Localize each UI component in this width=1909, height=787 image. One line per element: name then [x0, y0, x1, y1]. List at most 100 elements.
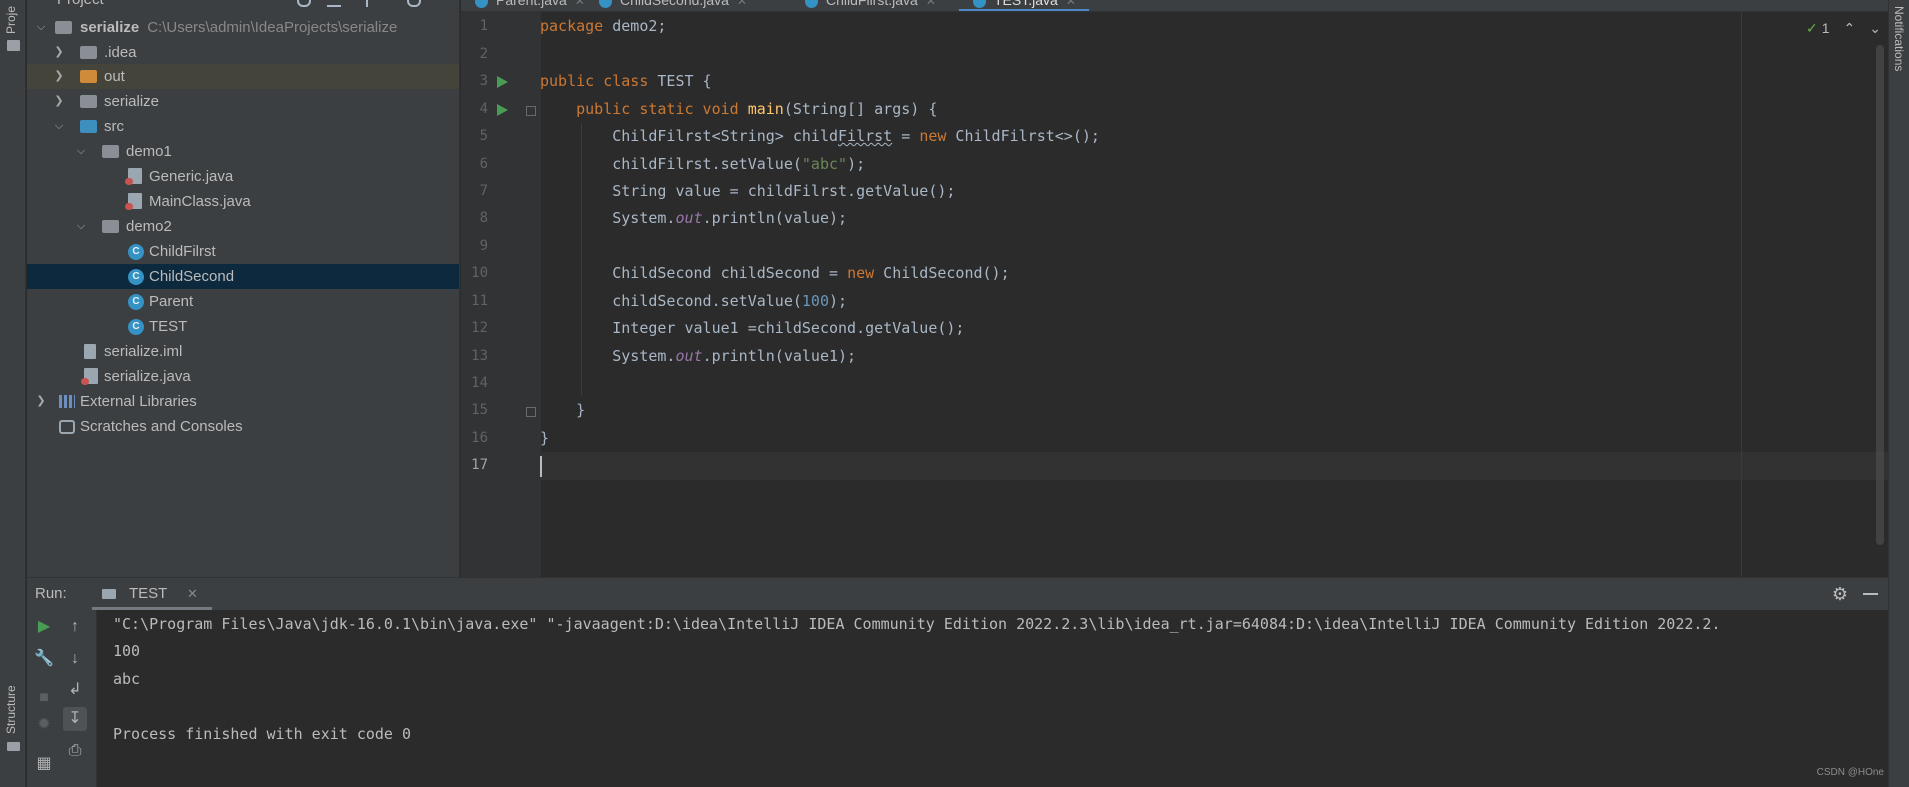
chevron-right-icon[interactable]: ❯	[53, 89, 65, 114]
line-number: 2	[479, 46, 488, 62]
locate-icon[interactable]	[297, 0, 311, 7]
editor-tabs: Parent.java ✕ ChildSecond.java ✕ ChildFilr…	[461, 0, 1888, 12]
tree-item-serialize-module[interactable]: ⌵ serialize C:\Users\admin\IdeaProjects\s…	[27, 15, 459, 40]
print-icon[interactable]: ⎙	[63, 739, 87, 763]
close-icon[interactable]: ✕	[1066, 0, 1076, 8]
close-icon[interactable]: ✕	[926, 0, 936, 8]
tree-item-out[interactable]: ❯ out	[27, 64, 459, 89]
soft-wrap-icon[interactable]: ↲	[63, 678, 87, 702]
line-number: 15	[471, 402, 488, 418]
rerun-icon[interactable]: ▶	[32, 615, 56, 639]
java-file-icon	[81, 368, 98, 385]
tree-item-src[interactable]: ⌵ src	[27, 114, 459, 139]
layout-icon[interactable]: ▦	[32, 752, 56, 776]
tab-parent-java[interactable]: Parent.java ✕	[475, 0, 585, 8]
line-number: 11	[471, 293, 488, 309]
static-field: out	[675, 209, 703, 227]
arrow-down-icon[interactable]: ↓	[63, 647, 87, 671]
tree-item-demo2[interactable]: ⌵ demo2	[27, 214, 459, 239]
close-icon[interactable]: ✕	[187, 586, 198, 602]
code-text: );	[829, 292, 848, 310]
keyword: public class	[540, 72, 649, 90]
expand-icon[interactable]	[354, 0, 368, 7]
class-icon: C	[128, 269, 144, 285]
class-icon: C	[128, 244, 144, 260]
tree-item-label: Scratches and Consoles	[80, 418, 243, 435]
tree-item-label: .idea	[104, 44, 137, 61]
chevron-right-icon[interactable]: ❯	[35, 389, 47, 414]
keyword: public static void	[576, 100, 739, 118]
chevron-down-icon[interactable]: ⌄	[1869, 20, 1881, 36]
gear-icon[interactable]	[407, 0, 421, 7]
code-text: Integer value1 =childSecond.getValue();	[612, 319, 965, 337]
chevron-down-icon[interactable]: ⌵	[75, 139, 87, 164]
module-folder-icon	[55, 21, 72, 34]
tab-childsecond-java[interactable]: ChildSecond.java ✕	[599, 0, 747, 8]
chevron-up-icon[interactable]: ⌃	[1844, 20, 1856, 36]
project-panel-title[interactable]: Project	[57, 0, 104, 8]
class-icon	[599, 0, 612, 8]
chevron-down-icon[interactable]: ⌵	[35, 15, 47, 40]
code-text: demo2;	[603, 17, 667, 35]
run-toolbar: ▶ ↑ 🔧 ↓ ↲ ■ ↧ ✹ ⎙ ▦	[27, 610, 97, 787]
code-line-1: package demo2;	[540, 13, 666, 40]
line-number: 4	[479, 101, 488, 117]
structure-tool-window-button[interactable]: Structure	[4, 668, 18, 734]
tree-item-parent[interactable]: C Parent	[27, 289, 459, 314]
tree-item-label: serialize	[104, 93, 160, 110]
run-panel-header: Run: TEST ✕ ⚙	[27, 578, 1888, 610]
tree-item-serialize-iml[interactable]: serialize.iml	[27, 339, 459, 364]
tab-childfilrst-java[interactable]: ChildFilrst.java ✕	[805, 0, 936, 8]
console-output[interactable]: "C:\Program Files\Java\jdk-16.0.1\bin\ja…	[113, 611, 1883, 786]
tree-item-generic-java[interactable]: Generic.java	[27, 164, 459, 189]
fold-icon[interactable]	[526, 106, 536, 116]
chevron-down-icon[interactable]: ⌵	[75, 214, 87, 239]
tree-item-test[interactable]: C TEST	[27, 314, 459, 339]
code-text: String value = childFilrst.getValue();	[612, 182, 956, 200]
close-icon[interactable]: ✕	[737, 0, 747, 8]
scroll-to-end-icon[interactable]: ↧	[63, 707, 87, 731]
minimize-icon[interactable]	[1863, 593, 1878, 595]
chevron-down-icon[interactable]: ⌵	[53, 114, 65, 139]
wrench-icon[interactable]: 🔧	[32, 647, 56, 671]
java-file-icon	[125, 193, 142, 210]
tree-item-childsecond[interactable]: C ChildSecond	[27, 264, 459, 289]
line-number: 10	[471, 265, 488, 281]
code-text: TEST {	[648, 72, 712, 90]
code-editor[interactable]: 1 2 3 4 5 6 7 8 9 10 11 12 13 14 15 16 1…	[461, 12, 1888, 577]
tree-item-serialize-java[interactable]: serialize.java	[27, 364, 459, 389]
stop-icon[interactable]: ■	[32, 686, 56, 710]
tree-item-external-libraries[interactable]: ❯ External Libraries	[27, 389, 459, 414]
collapse-all-icon[interactable]	[327, 0, 341, 7]
arrow-up-icon[interactable]: ↑	[63, 615, 87, 639]
tree-item-serialize-folder[interactable]: ❯ serialize	[27, 89, 459, 114]
line-number: 3	[479, 73, 488, 89]
line-number: 5	[479, 128, 488, 144]
line-number: 7	[479, 183, 488, 199]
scratches-icon	[59, 420, 75, 434]
tree-item-demo1[interactable]: ⌵ demo1	[27, 139, 459, 164]
bug-icon[interactable]: ✹	[32, 713, 56, 737]
code-text: }	[540, 429, 550, 447]
chevron-right-icon[interactable]: ❯	[53, 64, 65, 89]
tree-item-scratches[interactable]: Scratches and Consoles	[27, 414, 459, 439]
tab-test-java[interactable]: TEST.java ✕	[973, 0, 1076, 8]
code-text: System.	[612, 209, 676, 227]
class-icon	[475, 0, 488, 8]
run-class-icon[interactable]	[497, 76, 508, 88]
inspection-widget[interactable]: ✓ 1 ⌃ ⌄	[1806, 20, 1881, 37]
line-number: 6	[479, 156, 488, 172]
editor-scrollbar[interactable]	[1876, 45, 1884, 545]
tree-item-childfilrst[interactable]: C ChildFilrst	[27, 239, 459, 264]
tree-item-mainclass-java[interactable]: MainClass.java	[27, 189, 459, 214]
project-tool-window-button[interactable]: Proje	[4, 0, 18, 34]
chevron-right-icon[interactable]: ❯	[53, 40, 65, 65]
run-method-icon[interactable]	[497, 104, 508, 116]
notifications-button[interactable]: Notifications	[1892, 6, 1906, 71]
tree-item-idea[interactable]: ❯ .idea	[27, 40, 459, 65]
folder-icon	[80, 46, 97, 59]
code-line-3: public class TEST {	[540, 68, 712, 95]
fold-icon[interactable]	[526, 407, 536, 417]
close-icon[interactable]: ✕	[575, 0, 585, 8]
gear-icon[interactable]: ⚙	[1832, 584, 1848, 605]
